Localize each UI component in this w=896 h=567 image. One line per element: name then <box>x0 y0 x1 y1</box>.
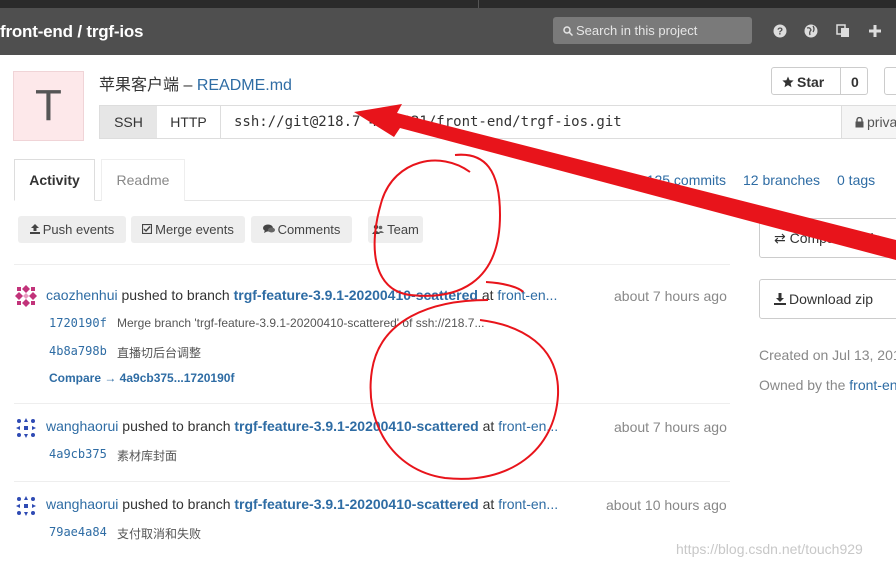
tags-link[interactable]: 0 tags <box>837 172 875 188</box>
event-author[interactable]: wanghaorui <box>46 496 118 512</box>
plus-icon[interactable] <box>868 24 882 38</box>
event-at: at <box>482 496 495 512</box>
event-divider <box>14 264 730 265</box>
visibility-badge: priva <box>841 106 896 138</box>
event-branch[interactable]: trgf-feature-3.9.1-20200410-scattered <box>234 287 478 303</box>
filter-label: Merge events <box>155 222 234 237</box>
commit-sha[interactable]: 4a9cb375 <box>49 447 107 461</box>
filter-team[interactable]: Team <box>368 216 423 243</box>
commit-sha[interactable]: 1720190f <box>49 316 107 330</box>
filter-label: Push events <box>42 222 115 237</box>
filter-push-events[interactable]: Push events <box>18 216 126 243</box>
copy-icon[interactable] <box>836 24 850 38</box>
avatar[interactable] <box>14 494 38 518</box>
check-square-icon <box>142 224 153 234</box>
clone-panel: SSH HTTP ssh://git@218.7 40:9021/front-e… <box>99 105 896 139</box>
project-path[interactable]: front-end / trgf-ios <box>0 22 144 42</box>
owner-info: Owned by the front-end <box>759 377 896 393</box>
avatar[interactable] <box>14 284 38 308</box>
star-divider <box>840 68 841 94</box>
lock-icon <box>855 116 864 128</box>
event-summary: caozhenhui pushed to branch trgf-feature… <box>46 287 557 303</box>
commit-sha[interactable]: 79ae4a84 <box>49 525 107 539</box>
star-count: 0 <box>851 74 859 90</box>
filter-comments[interactable]: Comments <box>251 216 352 243</box>
readme-link[interactable]: README.md <box>197 77 292 94</box>
tab-readme[interactable]: Readme <box>101 159 185 201</box>
compare-code-label: ⇄ Compare code <box>774 230 882 246</box>
fork-button[interactable] <box>884 67 896 95</box>
event-project[interactable]: front-en... <box>498 418 558 434</box>
search-icon <box>563 26 573 36</box>
event-action: pushed to branch <box>121 287 230 303</box>
event-action: pushed to branch <box>122 496 231 512</box>
event-project[interactable]: front-en... <box>497 287 557 303</box>
comments-icon <box>262 224 275 233</box>
upload-icon <box>29 224 40 234</box>
visibility-label: priva <box>855 114 896 130</box>
users-icon <box>372 224 385 234</box>
event-time: about 7 hours ago <box>614 288 727 304</box>
compare-code-button[interactable]: ⇄ Compare code <box>759 218 896 258</box>
event-author[interactable]: caozhenhui <box>46 287 118 303</box>
star-button[interactable]: Star 0 <box>771 67 868 95</box>
event-project[interactable]: front-en... <box>498 496 558 512</box>
download-icon <box>774 293 786 305</box>
watermark: https://blog.csdn.net/touch929 <box>676 541 863 557</box>
event-divider <box>14 481 730 482</box>
commits-link[interactable]: 1,125 commits <box>635 172 726 188</box>
download-zip-button[interactable]: Download zip <box>759 279 896 319</box>
star-icon <box>782 76 794 88</box>
commit-message: Merge branch 'trgf-feature-3.9.1-2020041… <box>117 316 485 330</box>
help-icon[interactable]: ? <box>773 24 787 38</box>
search-placeholder: Search in this project <box>576 23 698 38</box>
filter-label: Comments <box>277 222 341 237</box>
search-input[interactable]: Search in this project <box>553 17 752 44</box>
event-divider <box>14 403 730 404</box>
star-label: Star <box>782 74 824 90</box>
browser-tab-strip <box>0 0 896 8</box>
globe-icon[interactable] <box>804 24 818 38</box>
commit-message: 素材库封面 <box>117 449 178 463</box>
top-navbar: front-end / trgf-ios Search in this proj… <box>0 8 896 55</box>
branches-link[interactable]: 12 branches <box>743 172 820 188</box>
svg-text:?: ? <box>777 27 783 38</box>
event-time: about 7 hours ago <box>614 419 727 435</box>
event-branch[interactable]: trgf-feature-3.9.1-20200410-scattered <box>234 496 478 512</box>
owned-prefix: Owned by the <box>759 377 846 393</box>
ssh-button[interactable]: SSH <box>100 106 158 138</box>
project-avatar: T <box>13 71 84 141</box>
event-at: at <box>482 418 495 434</box>
commit-message: 直播切后台调整 <box>117 346 202 360</box>
exchange-icon: ⇄ <box>774 230 786 246</box>
event-at: at <box>481 287 494 303</box>
commit-sha[interactable]: 4b8a798b <box>49 344 107 358</box>
clone-url-input[interactable]: ssh://git@218.7 40:9021/front-end/trgf-i… <box>234 114 622 130</box>
filter-label: Team <box>387 222 419 237</box>
event-author[interactable]: wanghaorui <box>46 418 118 434</box>
project-description: 苹果客户端 – <box>99 77 193 94</box>
compare-link[interactable]: Compare → 4a9cb375...1720190f <box>49 371 234 385</box>
avatar[interactable] <box>14 416 38 440</box>
http-button[interactable]: HTTP <box>157 106 221 138</box>
commit-message: 支付取消和失败 <box>117 527 202 541</box>
event-summary: wanghaorui pushed to branch trgf-feature… <box>46 418 558 434</box>
owner-link[interactable]: front-end <box>849 377 896 393</box>
event-action: pushed to branch <box>122 418 231 434</box>
event-summary: wanghaorui pushed to branch trgf-feature… <box>46 496 558 512</box>
event-branch[interactable]: trgf-feature-3.9.1-20200410-scattered <box>234 418 478 434</box>
event-time: about 10 hours ago <box>606 497 727 513</box>
download-zip-label: Download zip <box>774 291 873 307</box>
tab-divider <box>478 0 479 8</box>
tab-activity[interactable]: Activity <box>14 159 95 201</box>
project-title: 苹果客户端 – README.md <box>99 71 292 95</box>
filter-merge-events[interactable]: Merge events <box>131 216 245 243</box>
created-date: Created on Jul 13, 201 <box>759 347 896 363</box>
